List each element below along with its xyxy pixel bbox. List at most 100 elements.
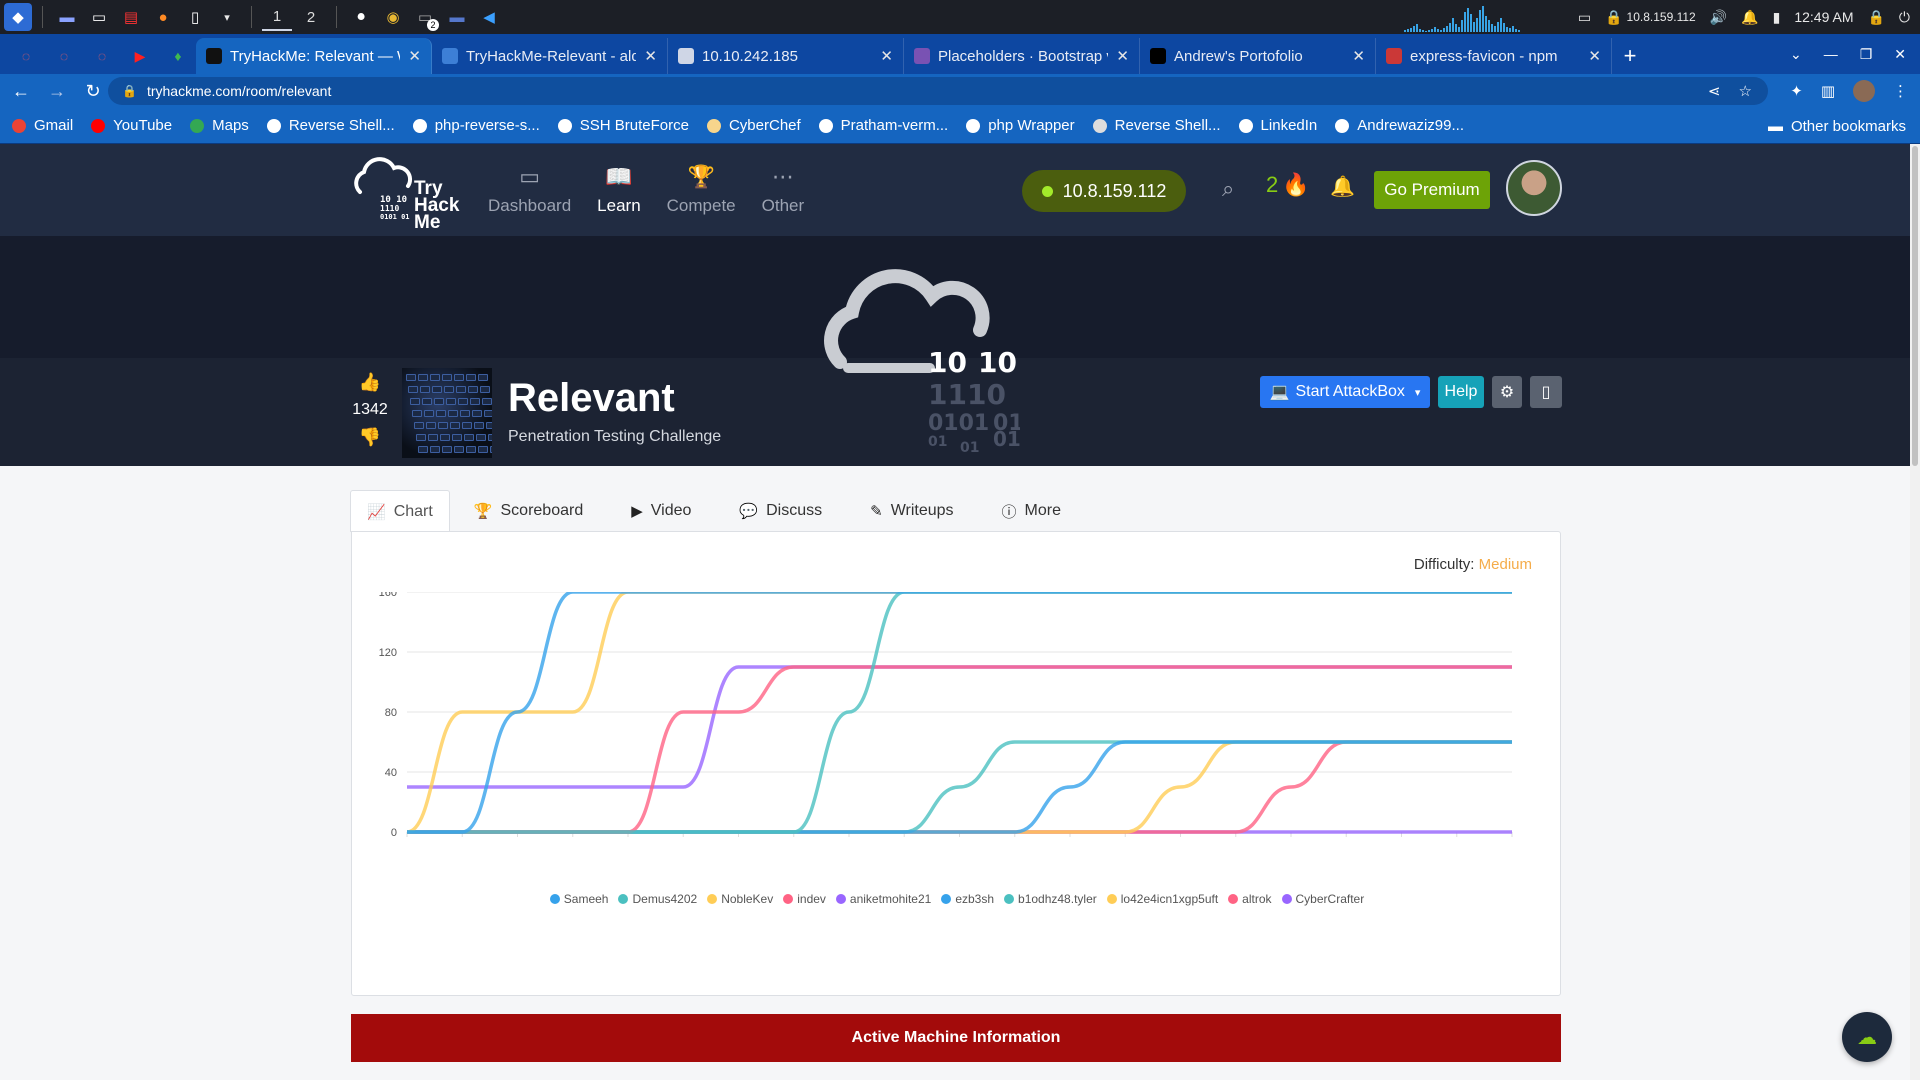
bookmark-item[interactable]: CyberChef — [706, 117, 801, 134]
other-bookmarks-folder[interactable]: ▬ Other bookmarks — [1768, 108, 1906, 144]
clock[interactable]: 12:49 AM — [1794, 9, 1853, 25]
legend-item[interactable]: b1odhz48.tyler — [1004, 892, 1097, 906]
bookmark-item[interactable]: YouTube — [91, 117, 172, 134]
help-button[interactable]: Help — [1438, 376, 1484, 408]
reload-icon[interactable]: ↻ — [78, 81, 108, 102]
nav-dashboard[interactable]: ▭ Dashboard — [488, 164, 571, 216]
pinned-tab-icon[interactable]: ◌ — [84, 41, 120, 71]
close-tab-icon[interactable]: ✕ — [1352, 47, 1365, 65]
bookmark-item[interactable]: php-reverse-s... — [412, 117, 540, 134]
new-tab-button[interactable]: + — [1612, 38, 1648, 74]
battery-icon[interactable]: ▮ — [1773, 9, 1781, 26]
close-tab-icon[interactable]: ✕ — [1116, 47, 1129, 65]
legend-item[interactable]: Sameeh — [549, 892, 608, 906]
nav-other[interactable]: ⋯ Other — [762, 164, 805, 216]
youtube-tab-icon[interactable]: ▶ — [122, 41, 158, 71]
tab-more[interactable]: ⓘ More — [978, 490, 1085, 532]
vpn-ip-pill[interactable]: 10.8.159.112 — [1022, 170, 1186, 212]
close-tab-icon[interactable]: ✕ — [880, 47, 893, 65]
notifications-bell-icon[interactable]: 🔔 — [1330, 174, 1355, 199]
volume-icon[interactable]: 🔊 — [1710, 9, 1727, 26]
save-room-bookmark-icon[interactable]: ▯ — [1530, 376, 1562, 408]
legend-item[interactable]: altrok — [1228, 892, 1272, 906]
firefox-icon[interactable]: ● — [149, 3, 177, 31]
notification-bell-icon[interactable]: 🔔 — [1741, 9, 1758, 26]
browser-tab[interactable]: Andrew's Portofolio ✕ — [1140, 38, 1376, 74]
lock-screen-icon[interactable]: 🔒 — [1867, 9, 1884, 26]
legend-item[interactable]: aniketmohite21 — [835, 892, 931, 906]
bookmark-item[interactable]: Reverse Shell... — [266, 117, 395, 134]
forward-icon[interactable]: → — [42, 81, 72, 102]
chat-support-icon[interactable]: ☁ — [1842, 1012, 1892, 1062]
bookmark-item[interactable]: Pratham-verm... — [818, 117, 948, 134]
extensions-icon[interactable]: ✦ — [1790, 82, 1803, 100]
pinned-tab-icon[interactable]: ◌ — [8, 41, 44, 71]
document-viewer-icon[interactable]: ▤ — [117, 3, 145, 31]
folder-icon[interactable]: ▬ — [443, 3, 471, 31]
file-manager-icon[interactable]: ▭ — [85, 3, 113, 31]
profile-avatar[interactable] — [1853, 80, 1875, 102]
power-icon[interactable]: ⏻ — [1899, 9, 1910, 26]
mongodb-tab-icon[interactable]: ♦ — [160, 41, 196, 71]
browser-tab[interactable]: Placeholders · Bootstrap v ✕ — [904, 38, 1140, 74]
restore-icon[interactable]: ❐ — [1860, 46, 1873, 63]
close-tab-icon[interactable]: ✕ — [408, 47, 421, 65]
bookmark-item[interactable]: Reverse Shell... — [1092, 117, 1221, 134]
active-machine-information-header[interactable]: Active Machine Information — [351, 1014, 1561, 1062]
vscode-icon[interactable]: ◀ — [475, 3, 503, 31]
terminal-icon[interactable]: ▯ — [181, 3, 209, 31]
legend-item[interactable]: lo42e4icn1xgp5uft — [1106, 892, 1218, 906]
legend-item[interactable]: NobleKev — [707, 892, 773, 906]
desktop-icon[interactable]: ▬ — [53, 3, 81, 31]
close-window-icon[interactable]: ✕ — [1894, 46, 1906, 63]
bookmark-item[interactable]: LinkedIn — [1238, 117, 1317, 134]
browser-tab[interactable]: TryHackMe: Relevant — W ✕ — [196, 38, 432, 74]
tab-discuss[interactable]: 💬 Discuss — [715, 490, 846, 532]
back-icon[interactable]: ← — [6, 81, 36, 102]
caret-down-icon[interactable]: ▾ — [1415, 386, 1421, 399]
pinned-tab-icon[interactable]: ◌ — [46, 41, 82, 71]
share-icon[interactable]: ⋖ — [1708, 82, 1721, 100]
browser-tab[interactable]: 10.10.242.185 ✕ — [668, 38, 904, 74]
settings-gear-icon[interactable]: ⚙ — [1492, 376, 1522, 408]
anchor-app-icon[interactable]: ⚫ — [347, 3, 375, 31]
minimize-icon[interactable]: — — [1824, 46, 1838, 62]
bookmark-item[interactable]: Gmail — [12, 117, 73, 134]
streak-counter[interactable]: 2 🔥 — [1266, 172, 1310, 198]
bookmark-star-icon[interactable]: ☆ — [1739, 82, 1752, 100]
address-bar[interactable]: 🔒 tryhackme.com/room/relevant ⋖ ☆ — [108, 77, 1768, 105]
nav-learn[interactable]: 📖 Learn — [597, 164, 640, 216]
browser-menu-icon[interactable]: ⋮ — [1893, 82, 1908, 100]
close-tab-icon[interactable]: ✕ — [644, 47, 657, 65]
nav-compete[interactable]: 🏆 Compete — [667, 164, 736, 216]
start-attackbox-button[interactable]: 💻 Start AttackBox ▾ — [1260, 376, 1430, 408]
tab-search-icon[interactable]: ⌄ — [1790, 46, 1802, 63]
tab-writeups[interactable]: ✎ Writeups — [846, 490, 977, 532]
go-premium-button[interactable]: Go Premium — [1374, 171, 1490, 209]
search-icon[interactable]: ⌕ — [1222, 176, 1234, 202]
app-menu-icon[interactable]: ◆ — [4, 3, 32, 31]
tab-chart[interactable]: 📈 Chart — [350, 490, 450, 532]
close-tab-icon[interactable]: ✕ — [1588, 47, 1601, 65]
terminal-window-icon[interactable]: ▭ 2 — [411, 3, 439, 31]
chrome-icon[interactable]: ◉ — [379, 3, 407, 31]
lock-icon[interactable]: 🔒 — [122, 84, 137, 98]
legend-item[interactable]: Demus4202 — [618, 892, 697, 906]
bookmark-item[interactable]: php Wrapper — [966, 117, 1075, 134]
browser-tab[interactable]: TryHackMe-Relevant - ald ✕ — [432, 38, 668, 74]
page-scrollbar[interactable] — [1910, 144, 1920, 1080]
thumbs-down-icon[interactable]: 👎 — [359, 427, 381, 448]
scrollbar-thumb[interactable] — [1912, 146, 1918, 466]
thumbs-up-icon[interactable]: 👍 — [359, 372, 381, 393]
chevron-down-icon[interactable]: ▾ — [213, 3, 241, 31]
bookmark-item[interactable]: Maps — [190, 117, 249, 134]
legend-item[interactable]: ezb3sh — [941, 892, 994, 906]
side-panel-icon[interactable]: ▥ — [1821, 82, 1835, 100]
tab-scoreboard[interactable]: 🏆 Scoreboard — [450, 490, 607, 532]
workspace-1[interactable]: 1 — [262, 3, 292, 31]
legend-item[interactable]: indev — [783, 892, 826, 906]
tab-video[interactable]: ▶ Video — [607, 490, 715, 532]
screen-icon[interactable]: ▭ — [1578, 9, 1591, 26]
user-avatar[interactable] — [1506, 160, 1562, 216]
bookmark-item[interactable]: Andrewaziz99... — [1335, 117, 1464, 134]
